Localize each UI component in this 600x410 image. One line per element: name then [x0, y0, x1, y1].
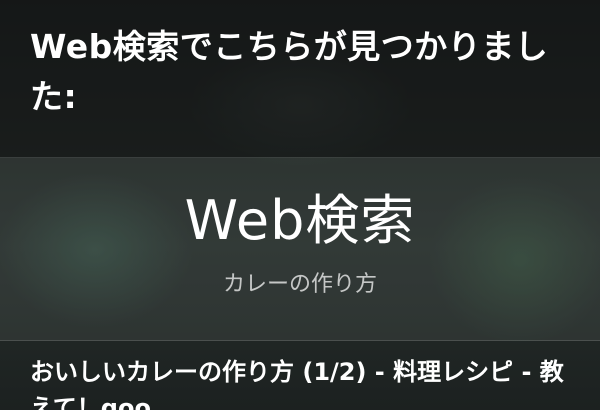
siri-response-area: Web検索でこちらが見つかりました: — [0, 0, 600, 157]
web-search-title: Web検索 — [184, 189, 416, 252]
search-result-item[interactable]: おいしいカレーの作り方 (1/2) - 料理レシピ - 教えて！goo — [0, 341, 600, 410]
search-result-title: おいしいカレーの作り方 (1/2) - 料理レシピ - 教えて！goo — [30, 358, 564, 410]
search-query: カレーの作り方 — [222, 272, 377, 297]
siri-response-text: Web検索でこちらが見つかりました: — [30, 27, 549, 116]
web-search-card[interactable]: Web検索 カレーの作り方 — [0, 157, 600, 341]
